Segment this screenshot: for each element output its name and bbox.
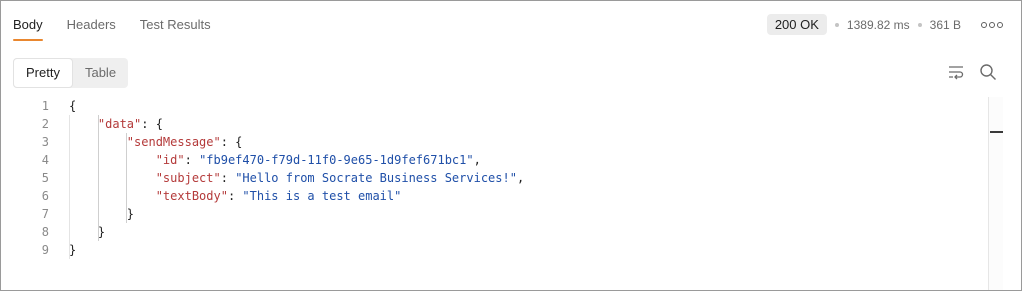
line-number: 2 — [41, 117, 49, 131]
code-line: 2 "data": { — [1, 115, 986, 133]
json-punctuation: } — [126, 207, 135, 221]
json-punctuation: : — [220, 171, 236, 185]
code-text: "data": { — [69, 115, 163, 133]
tab-headers[interactable]: Headers — [67, 1, 116, 41]
line-number: 1 — [41, 99, 49, 113]
code-line: 6 "textBody": "This is a test email" — [1, 187, 986, 205]
code-line: 7 } — [1, 205, 986, 223]
json-key: "textBody" — [155, 189, 228, 203]
view-table-button[interactable]: Table — [73, 58, 128, 88]
json-punctuation: : { — [141, 117, 163, 131]
json-key: "subject" — [155, 171, 221, 185]
json-key: "data" — [97, 117, 142, 131]
code-line: 3 "sendMessage": { — [1, 133, 986, 151]
vertical-scrollbar[interactable] — [988, 97, 1003, 290]
scrollbar-thumb[interactable] — [990, 131, 1003, 133]
view-pretty-button[interactable]: Pretty — [13, 58, 73, 88]
wrap-lines-icon[interactable] — [947, 63, 965, 81]
code-line: 9} — [1, 241, 986, 259]
json-punctuation — [69, 225, 98, 239]
separator-dot — [917, 22, 922, 27]
code-text: { — [69, 97, 76, 115]
response-panel: Body Headers Test Results 200 OK 1389.82… — [0, 0, 1022, 291]
code-text: } — [69, 205, 134, 223]
line-number: 4 — [41, 153, 49, 167]
code-line: 5 "subject": "Hello from Socrate Busines… — [1, 169, 986, 187]
json-punctuation: { — [69, 99, 77, 113]
json-punctuation: : — [227, 189, 243, 203]
view-mode-toggle: Pretty Table — [13, 58, 129, 88]
json-punctuation: : { — [220, 135, 243, 149]
line-number: 3 — [41, 135, 49, 149]
line-number: 5 — [41, 171, 49, 185]
status-badge[interactable]: 200 OK — [766, 14, 827, 35]
code-text: "sendMessage": { — [69, 133, 243, 151]
json-punctuation: } — [97, 225, 106, 239]
json-punctuation — [69, 189, 156, 203]
json-punctuation: : — [184, 153, 200, 167]
viewer-tools — [947, 63, 997, 81]
json-string: "fb9ef470-f79d-11f0-9e65-1d9fef671bc1" — [199, 153, 474, 167]
tab-test-results[interactable]: Test Results — [140, 1, 211, 41]
json-punctuation — [69, 117, 98, 131]
json-punctuation — [69, 153, 156, 167]
json-key: "id" — [155, 153, 185, 167]
line-number: 9 — [41, 243, 49, 257]
response-meta: 200 OK 1389.82 ms 361 B — [766, 14, 1003, 35]
more-options-icon[interactable] — [981, 21, 1003, 28]
separator-dot — [834, 22, 839, 27]
json-punctuation — [69, 171, 156, 185]
json-punctuation: , — [473, 153, 481, 167]
json-punctuation: } — [69, 243, 77, 257]
json-punctuation: , — [516, 171, 525, 185]
code-text: "textBody": "This is a test email" — [69, 187, 402, 205]
code-text: } — [69, 241, 76, 259]
json-string: "Hello from Socrate Business Services!" — [235, 171, 517, 185]
search-icon[interactable] — [979, 63, 997, 81]
response-tabs: Body Headers Test Results — [13, 1, 235, 41]
response-size[interactable]: 361 B — [930, 18, 961, 32]
code-line: 4 "id": "fb9ef470-f79d-11f0-9e65-1d9fef6… — [1, 151, 986, 169]
json-string: "This is a test email" — [242, 189, 402, 203]
json-punctuation — [69, 135, 127, 149]
response-time[interactable]: 1389.82 ms — [847, 18, 910, 32]
line-number: 7 — [41, 207, 49, 221]
tab-body[interactable]: Body — [13, 1, 43, 41]
code-text: "subject": "Hello from Socrate Business … — [69, 169, 524, 187]
json-viewer[interactable]: 1{2 "data": {3 "sendMessage": {4 "id": "… — [1, 97, 986, 259]
json-punctuation — [69, 207, 127, 221]
line-number: 8 — [41, 225, 49, 239]
line-number: 6 — [41, 189, 49, 203]
json-key: "sendMessage" — [126, 135, 221, 149]
code-line: 8 } — [1, 223, 986, 241]
code-text: "id": "fb9ef470-f79d-11f0-9e65-1d9fef671… — [69, 151, 481, 169]
code-text: } — [69, 223, 105, 241]
code-line: 1{ — [1, 97, 986, 115]
